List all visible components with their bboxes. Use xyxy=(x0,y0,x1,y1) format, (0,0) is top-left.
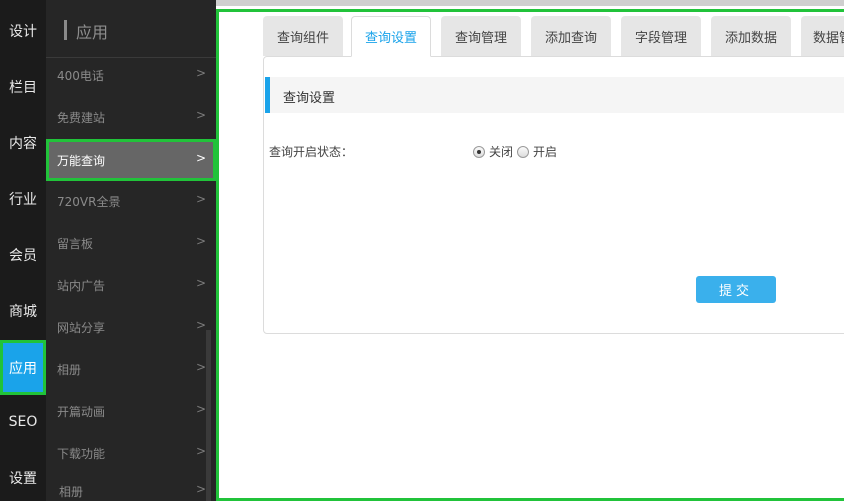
nav-item-seo[interactable]: SEO xyxy=(0,397,46,447)
nav-item-label: 应用 xyxy=(9,360,37,377)
tab-add-data[interactable]: 添加数据 xyxy=(711,16,791,56)
menu-item-downloads[interactable]: 下载功能 > xyxy=(46,432,216,474)
menu-item-label: 相册 xyxy=(59,485,84,499)
menu-item-album[interactable]: 相册 > xyxy=(46,348,216,390)
tab-query-management[interactable]: 查询管理 xyxy=(441,16,521,56)
menu-item-guestbook[interactable]: 留言板 > xyxy=(46,222,216,264)
chevron-right-icon: > xyxy=(195,318,206,332)
tab-label: 字段管理 xyxy=(634,30,687,46)
nav-item-label: 内容 xyxy=(9,136,37,152)
chevron-right-icon: > xyxy=(195,276,206,290)
chevron-right-icon: > xyxy=(195,482,206,496)
nav-item-content[interactable]: 内容 xyxy=(0,118,46,168)
section-accent-bar xyxy=(265,77,270,113)
primary-nav: 设计 栏目 内容 行业 会员 商城 应用 SEO 设置 xyxy=(0,0,46,501)
main-content: 查询组件 查询设置 查询管理 添加查询 字段管理 添加数据 数据管 查询设置 查… xyxy=(216,9,844,501)
nav-item-label: 栏目 xyxy=(9,80,37,96)
menu-item-label: 免费建站 xyxy=(57,111,106,125)
nav-item-label: 设置 xyxy=(9,471,37,487)
menu-title: 应用 xyxy=(76,23,109,42)
query-status-radio-group: 关闭 开启 xyxy=(473,143,561,160)
menu-item-400-phone[interactable]: 400电话 > xyxy=(46,54,216,96)
radio-on[interactable] xyxy=(517,145,530,158)
chevron-right-icon: > xyxy=(195,66,206,80)
menu-item-label: 万能查询 xyxy=(57,154,106,168)
nav-item-label: 设计 xyxy=(9,24,37,40)
radio-off-label[interactable]: 关闭 xyxy=(489,143,513,160)
nav-item-label: 商城 xyxy=(9,304,37,320)
app-window: 设计 栏目 内容 行业 会员 商城 应用 SEO 设置 应用 400电话 > 免费… xyxy=(0,0,844,501)
nav-item-settings[interactable]: 设置 xyxy=(0,453,46,501)
nav-item-design[interactable]: 设计 xyxy=(0,6,46,56)
menu-item-site-ads[interactable]: 站内广告 > xyxy=(46,264,216,306)
tab-data-management[interactable]: 数据管 xyxy=(801,16,844,56)
query-status-label: 查询开启状态： xyxy=(269,145,354,159)
tab-label: 查询管理 xyxy=(454,30,507,46)
menu-item-site-share[interactable]: 网站分享 > xyxy=(46,306,216,348)
nav-item-label: 行业 xyxy=(9,192,37,208)
tab-query-components[interactable]: 查询组件 xyxy=(263,16,343,56)
menu-item-album-2[interactable]: 相册 > xyxy=(46,470,216,501)
chevron-right-icon: > xyxy=(195,151,206,165)
nav-item-shop[interactable]: 商城 xyxy=(0,286,46,336)
nav-item-columns[interactable]: 栏目 xyxy=(0,62,46,112)
menu-item-label: 下载功能 xyxy=(57,447,106,461)
chevron-right-icon: > xyxy=(195,234,206,248)
menu-scrollbar[interactable] xyxy=(206,330,211,501)
chevron-right-icon: > xyxy=(195,192,206,206)
nav-item-members[interactable]: 会员 xyxy=(0,230,46,280)
tab-label: 添加数据 xyxy=(724,30,777,46)
nav-item-label: 会员 xyxy=(9,248,37,264)
nav-item-apps[interactable]: 应用 xyxy=(0,340,46,395)
menu-item-free-site[interactable]: 免费建站 > xyxy=(46,96,216,138)
menu-item-label: 网站分享 xyxy=(57,321,106,335)
tab-query-settings[interactable]: 查询设置 xyxy=(351,16,431,57)
radio-on-label[interactable]: 开启 xyxy=(533,143,557,160)
menu-item-label: 留言板 xyxy=(57,237,94,251)
section-title: 查询设置 xyxy=(283,91,336,106)
tab-field-management[interactable]: 字段管理 xyxy=(621,16,701,56)
chevron-right-icon: > xyxy=(195,444,206,458)
menu-item-720vr[interactable]: 720VR全景 > xyxy=(46,180,216,222)
menu-item-label: 相册 xyxy=(57,363,82,377)
secondary-menu: 应用 400电话 > 免费建站 > 万能查询 > 720VR全景 > 留言板 > 站内广告… xyxy=(46,0,216,501)
chevron-right-icon: > xyxy=(195,360,206,374)
menu-header: 应用 xyxy=(46,0,216,58)
submit-label: 提交 xyxy=(718,283,753,298)
tab-label: 添加查询 xyxy=(544,30,597,46)
menu-item-label: 站内广告 xyxy=(57,279,106,293)
submit-button[interactable]: 提交 xyxy=(696,276,776,303)
tab-label: 查询设置 xyxy=(364,31,417,46)
menu-item-intro-animation[interactable]: 开篇动画 > xyxy=(46,390,216,432)
tab-add-query[interactable]: 添加查询 xyxy=(531,16,611,56)
menu-item-label: 400电话 xyxy=(57,69,104,83)
chevron-right-icon: > xyxy=(195,402,206,416)
nav-item-label: SEO xyxy=(8,414,38,430)
chevron-right-icon: > xyxy=(195,108,206,122)
nav-item-industry[interactable]: 行业 xyxy=(0,174,46,224)
section-header: 查询设置 xyxy=(265,77,844,113)
radio-off[interactable] xyxy=(473,145,485,158)
menu-item-label: 720VR全景 xyxy=(57,195,121,209)
menu-item-universal-query[interactable]: 万能查询 > xyxy=(46,139,216,181)
tab-label: 查询组件 xyxy=(276,30,329,46)
menu-item-label: 开篇动画 xyxy=(57,405,106,419)
top-strip xyxy=(216,0,844,6)
menu-header-bar xyxy=(64,20,67,40)
tab-label: 数据管 xyxy=(813,30,844,46)
